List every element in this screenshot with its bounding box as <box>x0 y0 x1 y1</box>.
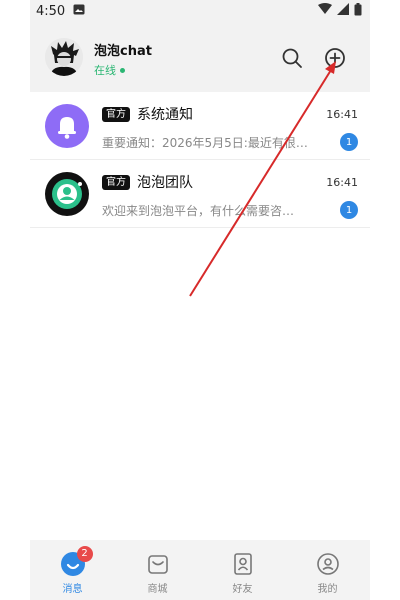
unread-count-badge: 1 <box>340 133 358 151</box>
tab-label: 消息 <box>62 583 83 595</box>
phone-screen: 4:50 泡泡chat 在线 官方 系统通知 16:41 重要通知：2026年5… <box>30 0 370 600</box>
online-dot-icon <box>120 67 125 73</box>
chat-header: 泡泡chat 在线 <box>30 22 370 92</box>
tab-badge: 2 <box>76 545 93 562</box>
conversation-bottom: 欢迎来到泡泡平台，有什么需要咨… 1 <box>102 201 358 219</box>
plus-circle-icon[interactable] <box>323 46 347 70</box>
message-preview: 重要通知：2026年5月5日:最近有很… <box>102 135 308 150</box>
bell-icon <box>45 104 89 148</box>
search-icon[interactable] <box>280 46 304 70</box>
status-right <box>318 2 362 20</box>
conversation-name: 系统通知 <box>137 107 193 123</box>
user-avatar[interactable] <box>45 38 83 76</box>
conversation-time: 16:41 <box>326 107 358 121</box>
tab-label: 商城 <box>147 583 168 595</box>
official-badge: 官方 <box>102 174 130 190</box>
tab-messages[interactable]: 2 消息 <box>38 545 108 595</box>
conversation-body: 官方 系统通知 16:41 重要通知：2026年5月5日:最近有很… 1 <box>102 104 358 151</box>
conversation-list: 官方 系统通知 16:41 重要通知：2026年5月5日:最近有很… 1 官方 … <box>30 92 370 228</box>
shop-bag-icon <box>144 550 172 578</box>
bottom-tab-bar: 2 消息 商城 好友 我的 <box>30 540 370 600</box>
message-preview: 欢迎来到泡泡平台，有什么需要咨… <box>102 203 295 218</box>
wifi-icon <box>318 3 332 19</box>
online-status: 在线 <box>94 62 125 78</box>
image-icon <box>73 4 85 19</box>
tab-label: 好友 <box>232 583 253 595</box>
profile-icon <box>314 550 342 578</box>
contacts-icon <box>229 550 257 578</box>
conversation-top: 官方 泡泡团队 16:41 <box>102 172 358 192</box>
signal-icon <box>337 3 349 19</box>
online-status-text: 在线 <box>94 64 116 77</box>
conversation-top: 官方 系统通知 16:41 <box>102 104 358 124</box>
battery-icon <box>354 2 362 20</box>
app-title: 泡泡chat <box>94 44 152 59</box>
conversation-row-team[interactable]: 官方 泡泡团队 16:41 欢迎来到泡泡平台，有什么需要咨… 1 <box>30 160 370 228</box>
tab-label: 我的 <box>317 583 338 595</box>
clock-time: 4:50 <box>36 3 66 19</box>
official-badge: 官方 <box>102 106 130 122</box>
conversation-row-system-notice[interactable]: 官方 系统通知 16:41 重要通知：2026年5月5日:最近有很… 1 <box>30 92 370 160</box>
status-bar: 4:50 <box>30 0 370 22</box>
tab-friends[interactable]: 好友 <box>208 550 278 595</box>
team-avatar-icon <box>45 172 89 216</box>
conversation-name: 泡泡团队 <box>137 175 193 191</box>
unread-count-badge: 1 <box>340 201 358 219</box>
tab-profile[interactable]: 我的 <box>293 550 363 595</box>
conversation-body: 官方 泡泡团队 16:41 欢迎来到泡泡平台，有什么需要咨… 1 <box>102 172 358 219</box>
conversation-time: 16:41 <box>326 175 358 189</box>
conversation-name-wrap: 官方 泡泡团队 <box>102 172 193 192</box>
status-left: 4:50 <box>36 4 85 19</box>
conversation-name-wrap: 官方 系统通知 <box>102 104 193 124</box>
tab-shop[interactable]: 商城 <box>123 550 193 595</box>
conversation-bottom: 重要通知：2026年5月5日:最近有很… 1 <box>102 133 358 151</box>
